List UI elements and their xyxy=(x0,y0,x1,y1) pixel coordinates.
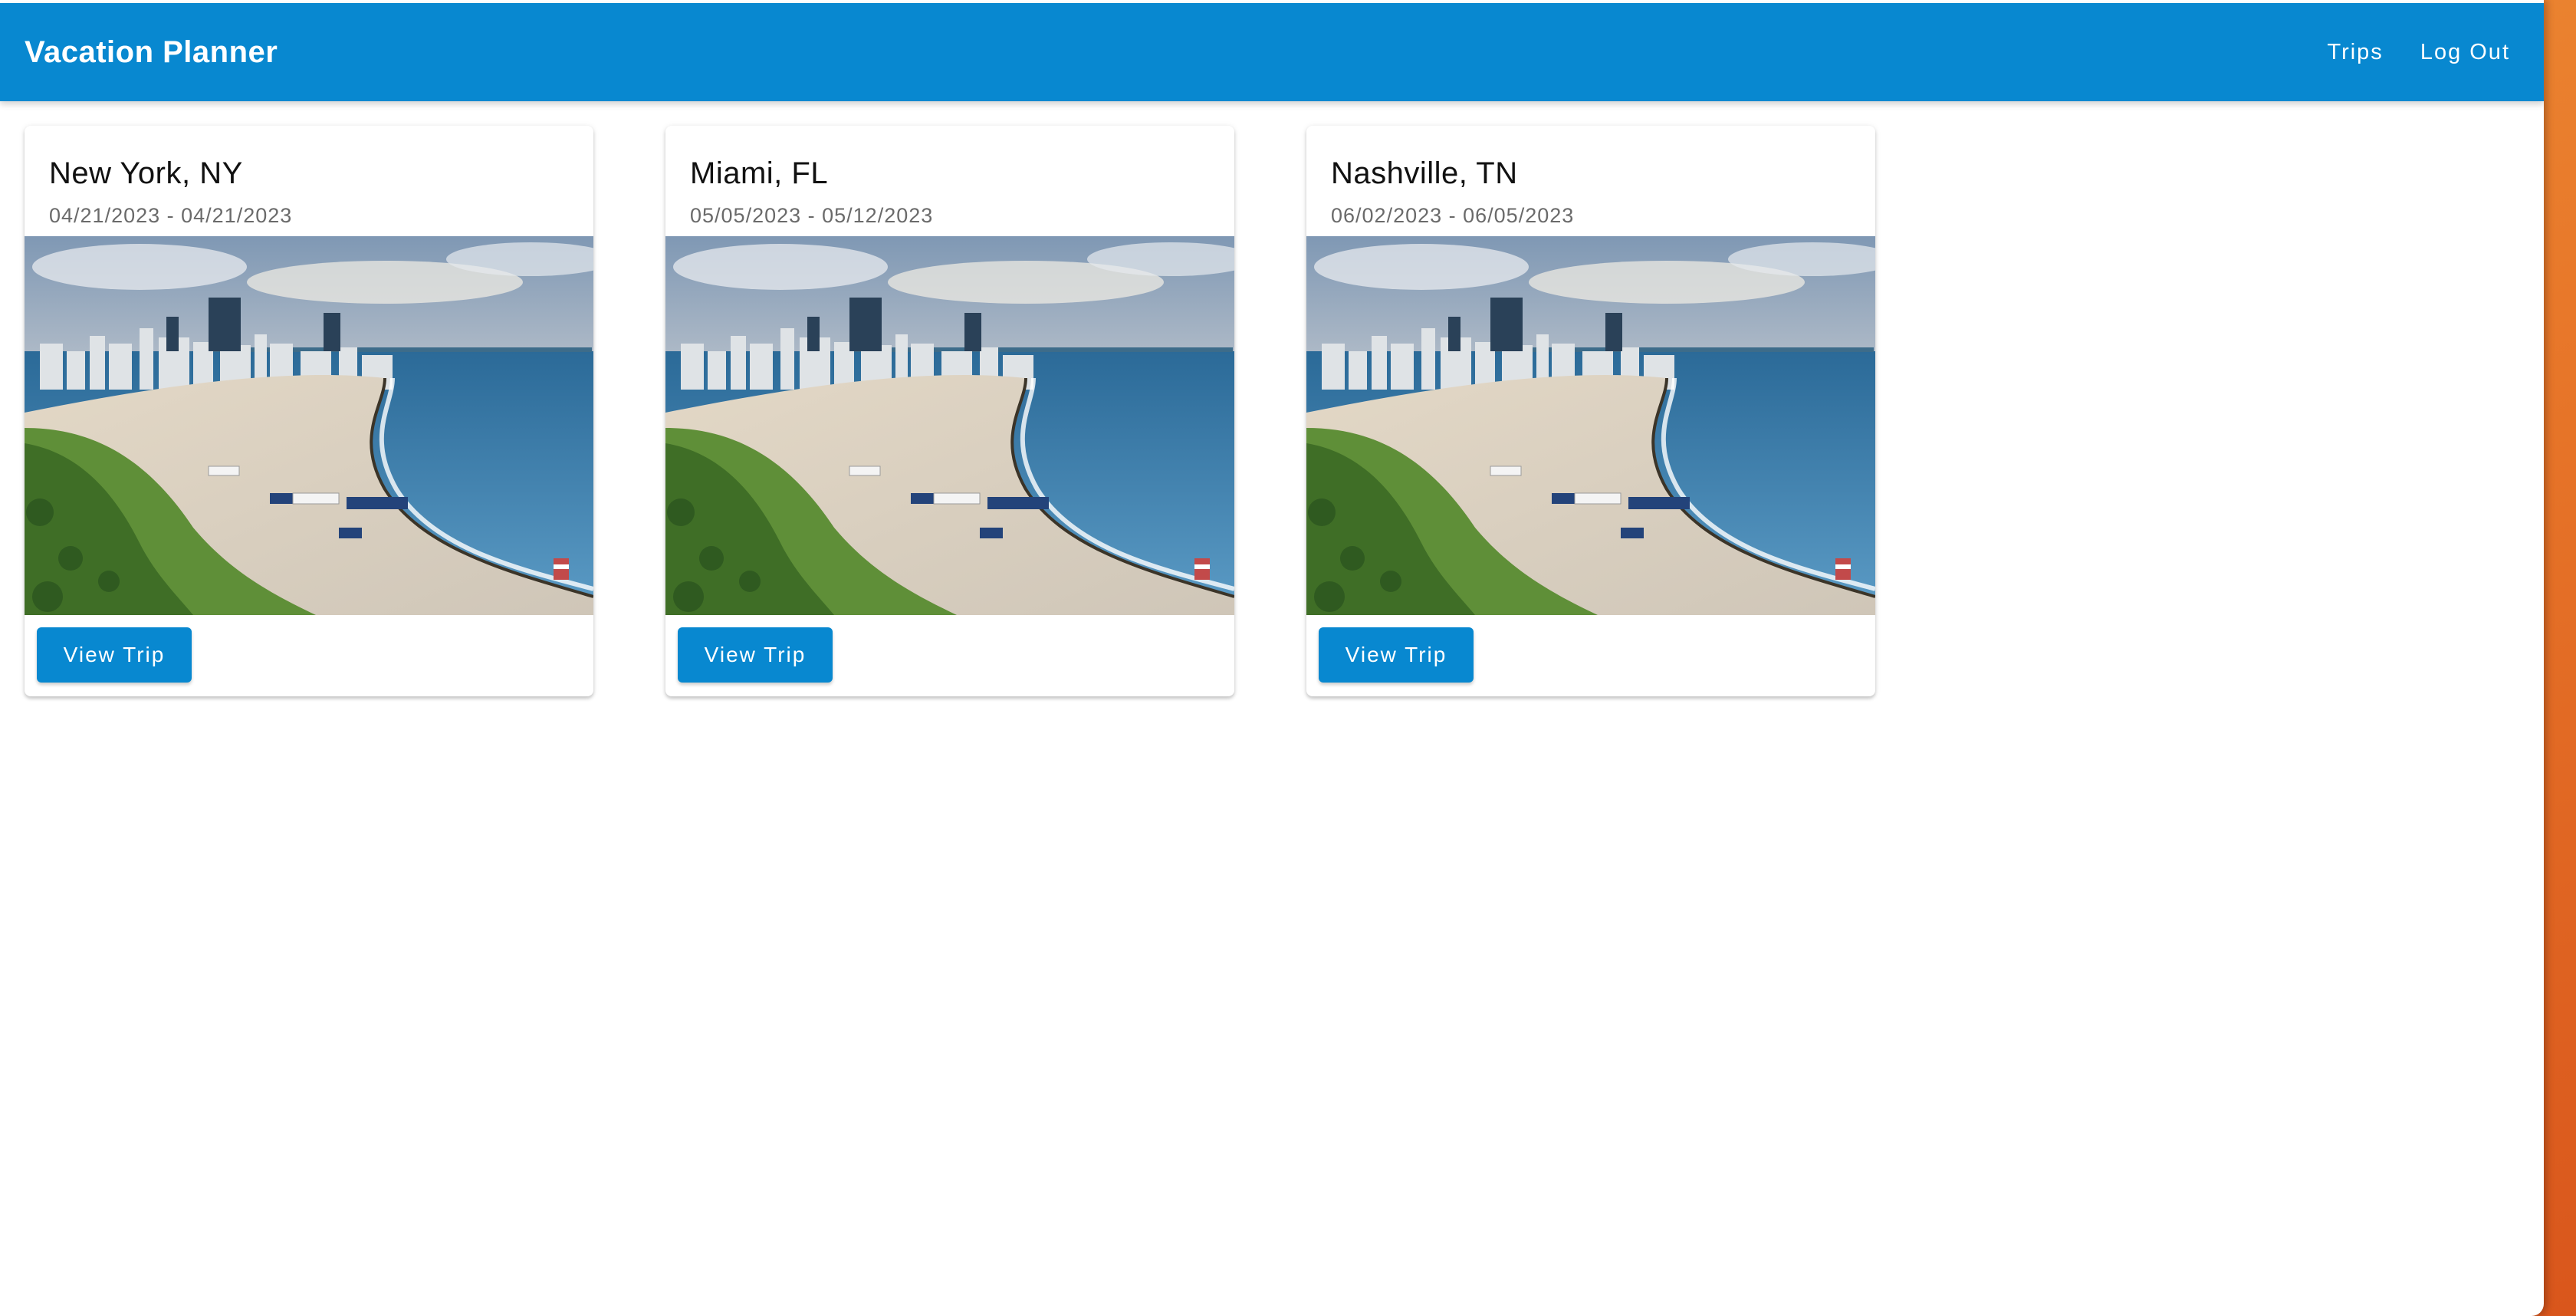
trips-nav-link[interactable]: Trips xyxy=(2327,40,2383,65)
trip-card-title: New York, NY xyxy=(49,156,243,190)
trip-card-title: Nashville, TN xyxy=(1331,156,1518,190)
trip-card-dates: 05/05/2023 - 05/12/2023 xyxy=(690,204,934,227)
beach-photo-image xyxy=(1306,236,1875,615)
browser-window: Vacation Planner Trips Log Out New York,… xyxy=(0,0,2544,1316)
trip-card-dates: 06/02/2023 - 06/05/2023 xyxy=(1331,204,1575,227)
trip-card-dates: 04/21/2023 - 04/21/2023 xyxy=(49,204,293,227)
view-trip-button[interactable]: View Trip xyxy=(37,627,192,683)
logout-nav-link[interactable]: Log Out xyxy=(2420,40,2510,65)
trip-card: Nashville, TN 06/02/2023 - 06/05/2023 Vi… xyxy=(1306,126,1875,696)
view-trip-button[interactable]: View Trip xyxy=(1319,627,1474,683)
trip-card-image xyxy=(1306,236,1875,615)
top-nav: Trips Log Out xyxy=(2327,40,2519,65)
view-trip-button[interactable]: View Trip xyxy=(678,627,833,683)
trip-card-image xyxy=(25,236,593,615)
trip-card-list: New York, NY 04/21/2023 - 04/21/2023 Vie… xyxy=(25,126,1875,696)
trip-card-title: Miami, FL xyxy=(690,156,829,190)
beach-photo-image xyxy=(665,236,1234,615)
trip-card: Miami, FL 05/05/2023 - 05/12/2023 View T… xyxy=(665,126,1234,696)
app-title[interactable]: Vacation Planner xyxy=(25,35,278,70)
app-bar: Vacation Planner Trips Log Out xyxy=(0,3,2544,101)
beach-photo-image xyxy=(25,236,593,615)
trip-card-image xyxy=(665,236,1234,615)
trip-card: New York, NY 04/21/2023 - 04/21/2023 Vie… xyxy=(25,126,593,696)
